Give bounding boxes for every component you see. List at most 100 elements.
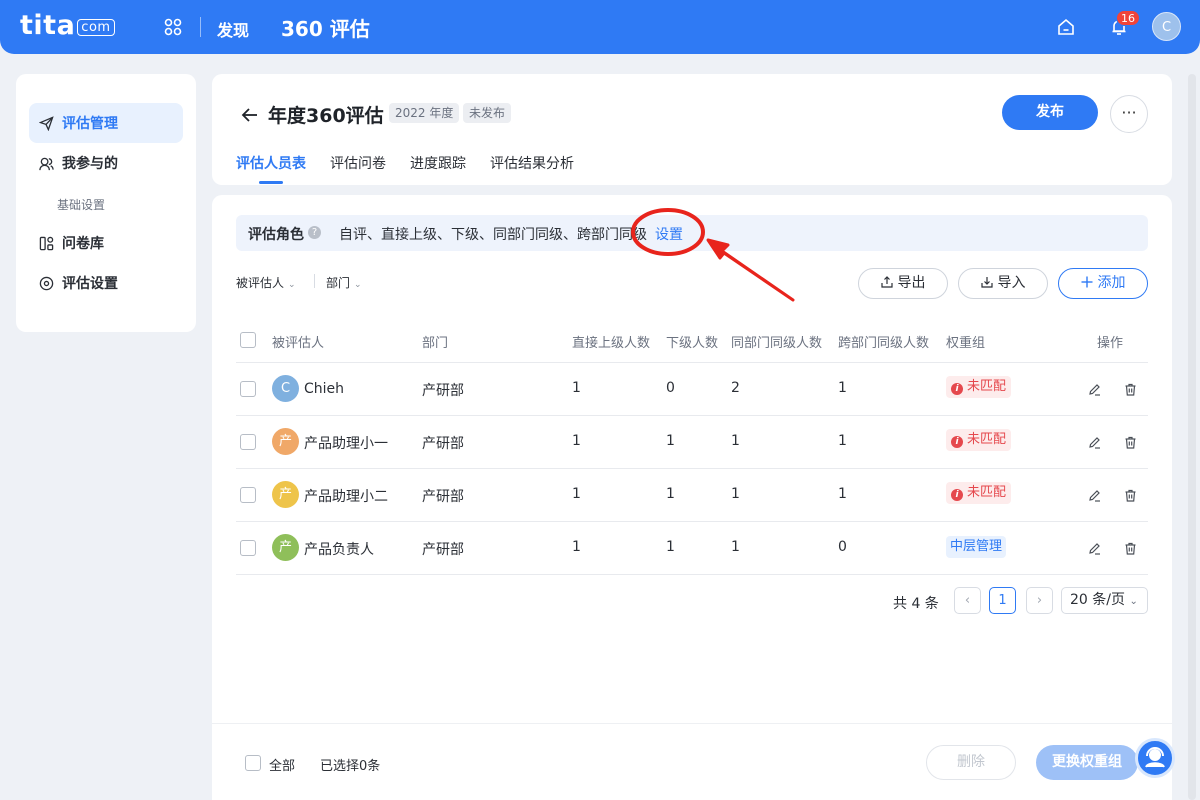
select-all-checkbox-header[interactable] xyxy=(240,332,256,348)
active-tab-indicator xyxy=(259,181,283,184)
add-button[interactable]: 添加 xyxy=(1058,268,1148,299)
back-arrow-icon[interactable] xyxy=(240,105,260,125)
apps-icon[interactable] xyxy=(164,18,182,36)
total-count: 共 4 条 xyxy=(893,596,939,612)
change-weight-group-button[interactable]: 更换权重组 xyxy=(1036,745,1138,780)
col-header-subordinates: 下级人数 xyxy=(666,336,719,351)
delete-icon[interactable] xyxy=(1124,489,1137,502)
row-checkbox[interactable] xyxy=(240,487,256,503)
col-header-evaluatee: 被评估人 xyxy=(272,336,325,351)
edit-icon[interactable] xyxy=(1088,436,1101,449)
col-header-cross-dept-peers: 跨部门同级人数 xyxy=(838,336,930,351)
department-cell: 产研部 xyxy=(422,436,464,452)
sidebar-item-label: 评估管理 xyxy=(62,116,118,132)
row-checkbox[interactable] xyxy=(240,540,256,556)
edit-icon[interactable] xyxy=(1088,489,1101,502)
prev-page-button[interactable]: ‹ xyxy=(954,587,981,614)
publish-button[interactable]: 发布 xyxy=(1002,95,1098,130)
weight-group-badge: i 未匹配 xyxy=(946,376,1012,398)
department-cell: 产研部 xyxy=(422,489,464,505)
evaluation-header: 年度360评估 2022 年度 未发布 发布 ··· 评估人员表 评估问卷 进度… xyxy=(212,74,1172,185)
delete-icon[interactable] xyxy=(1124,383,1137,396)
row-checkbox[interactable] xyxy=(240,434,256,450)
subordinates-count: 1 xyxy=(666,539,675,555)
chevron-left-icon: ‹ xyxy=(964,593,971,608)
page-button-current[interactable]: 1 xyxy=(989,587,1016,614)
top-bar: tita com 发现 360 评估 16 C xyxy=(0,0,1200,54)
divider xyxy=(236,362,1148,363)
weight-group-badge: i 未匹配 xyxy=(946,482,1012,504)
help-icon[interactable]: ? xyxy=(308,226,321,239)
select-all-label: 全部 xyxy=(269,759,296,774)
sidebar-item-evaluation-management[interactable]: 评估管理 xyxy=(29,103,183,143)
send-icon xyxy=(39,115,54,131)
select-all-checkbox[interactable] xyxy=(245,755,261,771)
page-size-select[interactable]: 20 条/页 ⌄ xyxy=(1061,587,1148,614)
settings-icon xyxy=(39,276,54,290)
col-header-same-dept-peers: 同部门同级人数 xyxy=(731,336,823,351)
row-checkbox[interactable] xyxy=(240,381,256,397)
weight-group-badge: i 未匹配 xyxy=(946,429,1012,451)
evaluatee-filter[interactable]: 被评估人 ⌄ xyxy=(236,274,296,291)
department-filter[interactable]: 部门 ⌄ xyxy=(326,274,362,291)
weight-group-badge: 中层管理 xyxy=(946,536,1007,558)
evaluation-roles-bar: 评估角色 ? 自评、直接上级、下级、同部门同级、跨部门同级 设置 xyxy=(236,215,1148,251)
user-avatar[interactable]: C xyxy=(1152,12,1181,41)
scrollbar[interactable] xyxy=(1188,74,1196,800)
chevron-right-icon: › xyxy=(1036,593,1043,608)
sidebar-item-label: 我参与的 xyxy=(62,156,118,172)
divider xyxy=(236,521,1148,522)
sidebar-section-title: 基础设置 xyxy=(57,198,106,212)
avatar: 产 xyxy=(272,534,299,561)
same-dept-count: 1 xyxy=(731,539,740,555)
sidebar-item-questionnaire-library[interactable]: 问卷库 xyxy=(29,223,183,263)
sidebar-item-evaluation-settings[interactable]: 评估设置 xyxy=(29,263,183,303)
sidebar-item-my-participation[interactable]: 我参与的 xyxy=(29,143,183,183)
selected-count: 已选择0条 xyxy=(320,759,381,774)
home-icon[interactable] xyxy=(1057,18,1075,36)
superiors-count: 1 xyxy=(572,433,581,449)
import-icon xyxy=(980,277,993,288)
col-header-actions: 操作 xyxy=(1097,336,1124,351)
evaluatee-name: 产品负责人 xyxy=(304,542,374,558)
export-icon xyxy=(880,276,893,288)
evaluatee-name: Chieh xyxy=(304,381,345,397)
tab-progress-tracking[interactable]: 进度跟踪 xyxy=(410,153,466,173)
cross-dept-count: 0 xyxy=(838,539,847,555)
superiors-count: 1 xyxy=(572,486,581,502)
plus-icon xyxy=(1081,276,1092,288)
next-page-button[interactable]: › xyxy=(1026,587,1053,614)
warning-icon: i xyxy=(951,489,963,501)
tab-questionnaire[interactable]: 评估问卷 xyxy=(330,153,386,173)
department-cell: 产研部 xyxy=(422,542,464,558)
department-cell: 产研部 xyxy=(422,383,464,399)
nav-discover-link[interactable]: 发现 xyxy=(217,17,249,41)
export-button[interactable]: 导出 xyxy=(858,268,948,299)
tab-result-analysis[interactable]: 评估结果分析 xyxy=(490,153,574,173)
evaluatee-panel: 评估角色 ? 自评、直接上级、下级、同部门同级、跨部门同级 设置 被评估人 ⌄ 部… xyxy=(212,195,1172,800)
customer-service-button[interactable] xyxy=(1135,738,1175,778)
import-button[interactable]: 导入 xyxy=(958,268,1048,299)
delete-icon[interactable] xyxy=(1124,436,1137,449)
roles-settings-link[interactable]: 设置 xyxy=(655,224,683,244)
subordinates-count: 0 xyxy=(666,380,675,396)
avatar: C xyxy=(272,375,299,402)
same-dept-count: 1 xyxy=(731,433,740,449)
edit-icon[interactable] xyxy=(1088,383,1101,396)
notification-badge: 16 xyxy=(1116,10,1140,26)
delete-button[interactable]: 删除 xyxy=(926,745,1016,780)
warning-icon: i xyxy=(951,383,963,395)
evaluatee-name: 产品助理小一 xyxy=(304,436,388,452)
same-dept-count: 2 xyxy=(731,380,740,396)
people-icon xyxy=(39,157,54,170)
divider xyxy=(236,468,1148,469)
subordinates-count: 1 xyxy=(666,433,675,449)
col-header-superiors: 直接上级人数 xyxy=(572,336,651,351)
year-tag: 2022 年度 xyxy=(389,103,460,123)
subordinates-count: 1 xyxy=(666,486,675,502)
tita-logo[interactable]: tita com xyxy=(20,10,115,41)
delete-icon[interactable] xyxy=(1124,542,1137,555)
more-options-button[interactable]: ··· xyxy=(1110,95,1148,133)
tab-evaluatee-list[interactable]: 评估人员表 xyxy=(236,153,306,173)
edit-icon[interactable] xyxy=(1088,542,1101,555)
